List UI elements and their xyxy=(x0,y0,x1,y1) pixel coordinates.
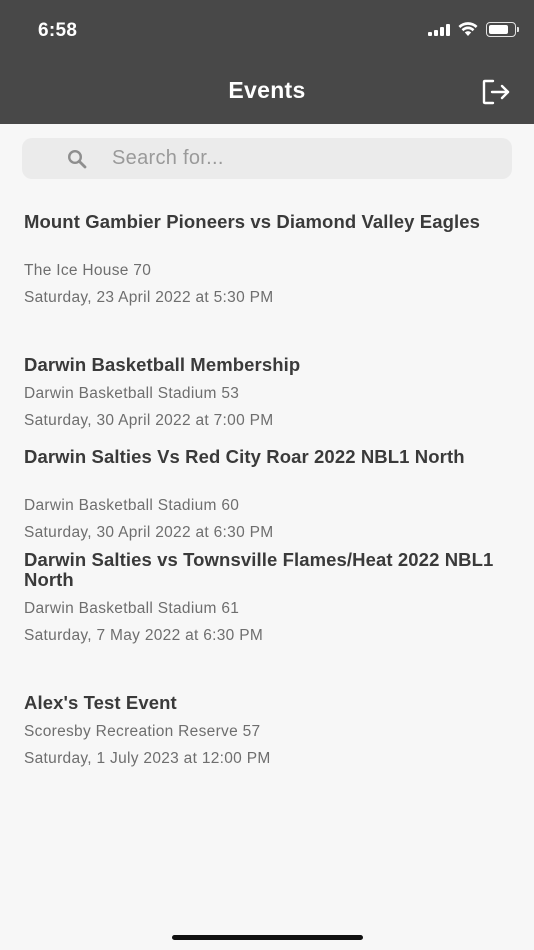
cellular-signal-icon xyxy=(428,23,450,36)
event-list-item[interactable]: Darwin Basketball Membership Darwin Bask… xyxy=(24,355,514,435)
status-time: 6:58 xyxy=(38,20,78,41)
search-input[interactable] xyxy=(112,138,502,179)
battery-icon xyxy=(486,22,519,37)
event-venue: Darwin Basketball Stadium 61 xyxy=(24,600,240,617)
logout-icon[interactable] xyxy=(481,78,511,106)
nav-header: 6:58 Events xyxy=(0,0,534,124)
event-list-item[interactable]: Mount Gambier Pioneers vs Diamond Valley… xyxy=(24,212,514,322)
event-title: Darwin Basketball Membership xyxy=(24,354,301,375)
event-list-item[interactable]: Darwin Salties Vs Red City Roar 2022 NBL… xyxy=(24,447,514,545)
search-icon xyxy=(67,149,87,169)
event-list-item[interactable]: Darwin Salties vs Townsville Flames/Heat… xyxy=(24,550,514,648)
event-date: Saturday, 23 April 2022 at 5:30 PM xyxy=(24,289,274,306)
event-date: Saturday, 7 May 2022 at 6:30 PM xyxy=(24,627,264,644)
event-title: Alex's Test Event xyxy=(24,692,177,713)
home-indicator xyxy=(172,935,363,940)
event-venue: Darwin Basketball Stadium 53 xyxy=(24,385,240,402)
event-venue: Scoresby Recreation Reserve 57 xyxy=(24,723,261,740)
event-venue: The Ice House 70 xyxy=(24,262,152,279)
event-list-item[interactable]: Alex's Test Event Scoresby Recreation Re… xyxy=(24,693,514,773)
event-date: Saturday, 1 July 2023 at 12:00 PM xyxy=(24,750,271,767)
search-bar[interactable] xyxy=(22,138,512,179)
event-date: Saturday, 30 April 2022 at 7:00 PM xyxy=(24,412,274,429)
page-title: Events xyxy=(228,77,306,103)
event-venue: Darwin Basketball Stadium 60 xyxy=(24,497,240,514)
event-title: Darwin Salties Vs Red City Roar 2022 NBL… xyxy=(24,446,465,467)
status-icons xyxy=(428,22,519,37)
event-title: Mount Gambier Pioneers vs Diamond Valley… xyxy=(24,211,481,232)
event-title: Darwin Salties vs Townsville Flames/Heat… xyxy=(24,549,494,590)
event-date: Saturday, 30 April 2022 at 6:30 PM xyxy=(24,524,274,541)
wifi-icon xyxy=(458,22,478,36)
